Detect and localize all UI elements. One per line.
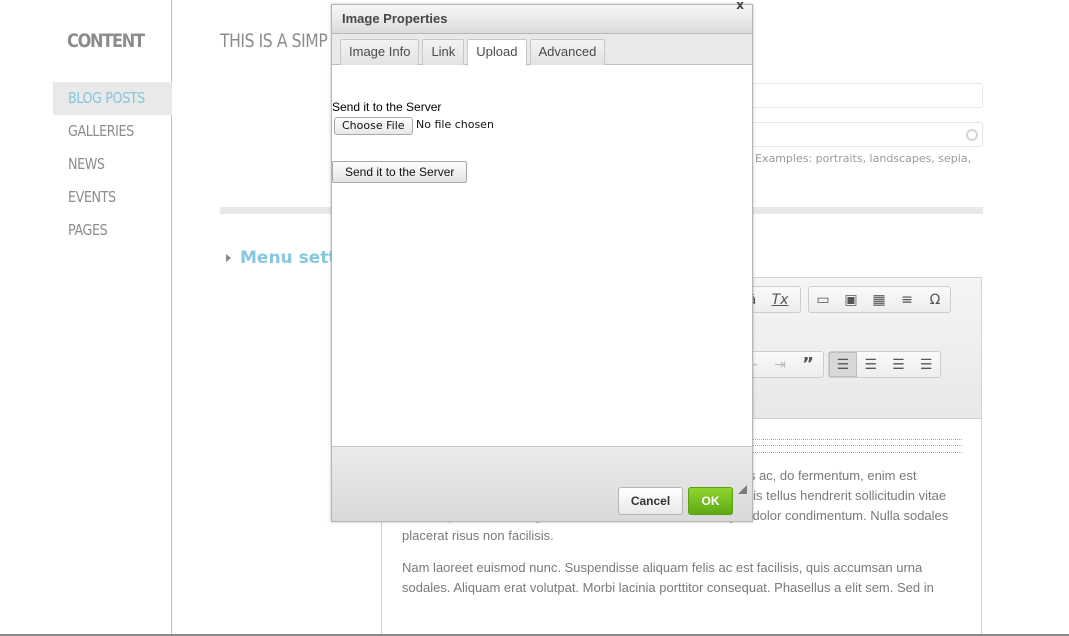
spellcheck-underline	[752, 439, 962, 453]
menu-settings-label: Menu setti	[240, 248, 343, 268]
sidebar-item-news[interactable]: NEWS	[53, 148, 172, 181]
sidebar-nav: BLOG POSTS GALLERIES NEWS EVENTS PAGES	[53, 82, 172, 247]
indent-icon[interactable]: ⇥	[766, 352, 794, 377]
upload-label: Send it to the Server	[332, 100, 442, 114]
editor-paragraph: Nam laoreet euismod nunc. Suspendisse al…	[402, 560, 934, 595]
tab-image-info[interactable]: Image Info	[340, 39, 420, 65]
choose-file-button[interactable]: Choose File	[334, 117, 413, 135]
sidebar-item-label: BLOG POSTS	[68, 89, 145, 107]
tab-link[interactable]: Link	[422, 39, 465, 65]
dialog-footer: Cancel OK	[332, 446, 752, 521]
tab-upload[interactable]: Upload	[467, 39, 527, 66]
sidebar-item-pages[interactable]: PAGES	[53, 214, 172, 247]
file-status: No file chosen	[416, 118, 494, 131]
loading-spinner-icon	[966, 129, 978, 141]
sidebar: CONTENT BLOG POSTS GALLERIES NEWS EVENTS…	[0, 0, 172, 634]
toolbar-group-insert: ▭ ▣ ▦ ≡ Ω	[808, 286, 951, 313]
tab-advanced[interactable]: Advanced	[529, 39, 606, 65]
sidebar-item-events[interactable]: EVENTS	[53, 181, 172, 214]
sidebar-item-label: GALLERIES	[68, 122, 134, 140]
image-properties-dialog: Image Properties x Image Info Link Uploa…	[331, 0, 753, 522]
upload-panel: Send it to the Server Choose File No fil…	[332, 65, 752, 448]
cancel-button[interactable]: Cancel	[618, 487, 683, 515]
align-justify-icon[interactable]: ☰	[912, 352, 940, 377]
horizontal-rule-icon[interactable]: ≡	[893, 287, 921, 312]
toolbar-group-align: ☰ ☰ ☰ ☰	[828, 351, 941, 378]
resize-handle-icon[interactable]	[738, 485, 747, 494]
sidebar-item-label: PAGES	[68, 221, 108, 239]
sidebar-item-galleries[interactable]: GALLERIES	[53, 115, 172, 148]
menu-settings-toggle[interactable]: Menu setti	[226, 248, 342, 268]
align-left-icon[interactable]: ☰	[829, 352, 857, 377]
sidebar-item-blog-posts[interactable]: BLOG POSTS	[53, 82, 172, 115]
close-icon[interactable]: x	[736, 0, 744, 12]
sidebar-item-label: EVENTS	[68, 188, 116, 206]
expand-triangle-icon	[226, 254, 231, 262]
tags-hint: Examples: portraits, landscapes, sepia,	[755, 152, 972, 165]
table-icon[interactable]: ▦	[865, 287, 893, 312]
sidebar-item-label: NEWS	[68, 155, 105, 173]
align-center-icon[interactable]: ☰	[857, 352, 885, 377]
omega-icon[interactable]: Ω	[921, 287, 949, 312]
send-to-server-button[interactable]: Send it to the Server	[332, 161, 468, 183]
sidebar-title: CONTENT	[67, 30, 145, 52]
flash-icon[interactable]: ▣	[837, 287, 865, 312]
ok-button[interactable]: OK	[688, 487, 733, 515]
blockquote-icon[interactable]: ”	[794, 352, 822, 377]
remove-format-icon[interactable]: Tx	[766, 287, 794, 312]
dialog-tabs: Image Info Link Upload Advanced	[332, 34, 752, 66]
page-title: THIS IS A SIMP	[220, 30, 328, 52]
image-icon[interactable]: ▭	[809, 287, 837, 312]
align-right-icon[interactable]: ☰	[885, 352, 913, 377]
dialog-title[interactable]: Image Properties	[332, 5, 752, 34]
page: CONTENT BLOG POSTS GALLERIES NEWS EVENTS…	[0, 0, 1069, 636]
